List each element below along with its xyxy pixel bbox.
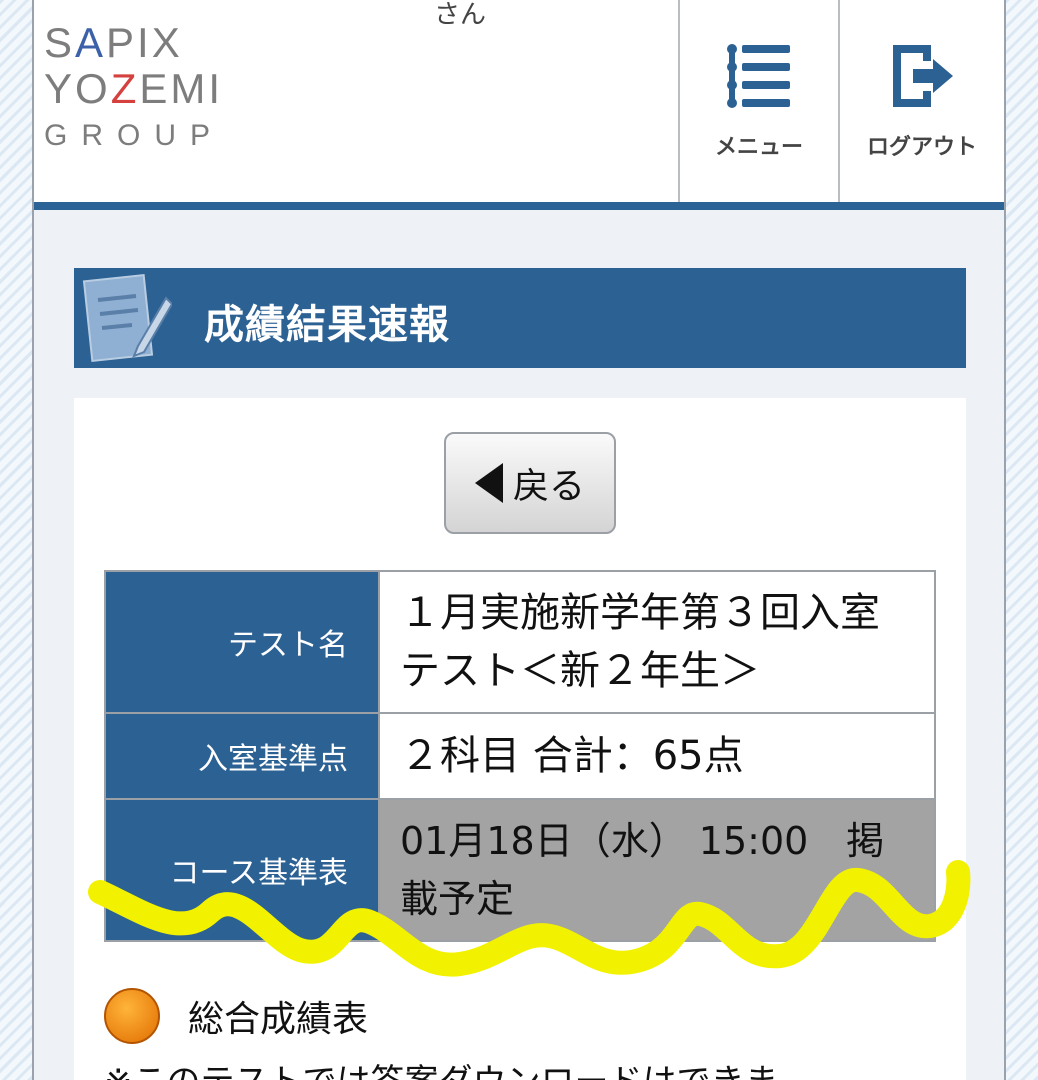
test-name-value: １月実施新学年第３回入室テスト＜新２年生＞ [378, 570, 936, 714]
logo-line-2: YOZEMI [44, 65, 224, 112]
overall-results-label: 総合成績表 [188, 999, 369, 1040]
sapix-yozemi-logo[interactable]: SAPIX YOZEMI GROUP [44, 20, 244, 156]
header: SAPIX YOZEMI GROUP さん メニュー ログアウト [34, 0, 1004, 202]
menu-label: メニュー [714, 135, 803, 160]
test-info-table: テスト名 １月実施新学年第３回入室テスト＜新２年生＞ 入室基準点 ２科目 合計：… [104, 570, 936, 942]
table-row: テスト名 １月実施新学年第３回入室テスト＜新２年生＞ [104, 570, 936, 714]
logout-label: ログアウト [866, 135, 977, 160]
document-pen-icon [82, 273, 172, 363]
entry-criteria-label: 入室基準点 [104, 712, 380, 800]
overall-results-link[interactable]: 総合成績表 [104, 988, 368, 1044]
logo-line-3: GROUP [44, 119, 225, 152]
logout-button[interactable]: ログアウト [838, 0, 1004, 202]
orange-bullet-icon [104, 988, 160, 1044]
download-note: ※このテストでは答案ダウンロードはできま [104, 1054, 779, 1080]
test-name-label: テスト名 [104, 570, 380, 714]
course-criteria-value: 01月18日（水） 15:00 掲載予定 [378, 798, 936, 942]
entry-criteria-value: ２科目 合計：65点 [378, 712, 936, 800]
course-criteria-label: コース基準表 [104, 798, 380, 942]
table-row: コース基準表 01月18日（水） 15:00 掲載予定 [104, 798, 936, 942]
logo-line-1: SAPIX [44, 19, 183, 66]
section-title-band: 成績結果速報 [74, 268, 966, 368]
menu-button[interactable]: メニュー [678, 0, 838, 202]
page: SAPIX YOZEMI GROUP さん メニュー ログアウト 成績結果速報 … [32, 0, 1006, 1080]
section-title: 成績結果速報 [204, 302, 450, 348]
logout-icon [893, 45, 953, 107]
results-panel: 戻る テスト名 １月実施新学年第３回入室テスト＜新２年生＞ 入室基準点 ２科目 … [74, 398, 966, 1080]
header-divider [34, 202, 1004, 210]
list-menu-icon [727, 44, 790, 108]
back-arrow-icon [474, 463, 503, 503]
back-button[interactable]: 戻る [444, 432, 616, 534]
user-name-suffix: さん [434, 0, 487, 30]
back-label: 戻る [512, 466, 585, 507]
table-row: 入室基準点 ２科目 合計：65点 [104, 712, 936, 800]
